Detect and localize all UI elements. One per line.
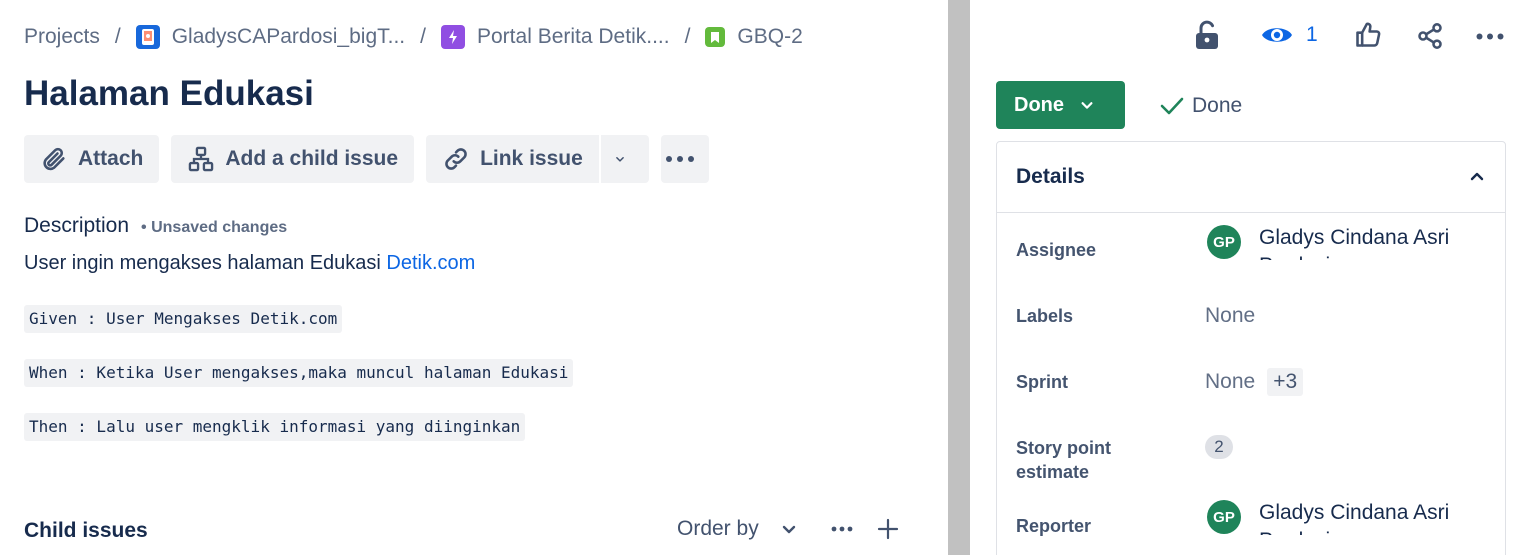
code-line-given: Given : User Mengakses Detik.com [24, 305, 343, 333]
issue-toolbar: Attach Add a child issue Link issue [24, 135, 709, 183]
thumbs-up-icon [1356, 22, 1381, 47]
assignee-label: Assignee [1016, 240, 1097, 260]
issue-main-panel: Projects / GladysCAPardosi_bigT... / Por… [0, 0, 948, 555]
chevron-up-icon [1470, 172, 1484, 181]
attach-button[interactable]: Attach [24, 135, 160, 183]
chevron-down-icon [615, 157, 624, 162]
watch-button[interactable]: 1 [1260, 22, 1318, 48]
sprint-value-text: None [1205, 370, 1256, 393]
unsaved-changes-indicator: • Unsaved changes [141, 219, 288, 236]
code-line-then: Then : Lalu user mengklik informasi yang… [24, 413, 526, 441]
attach-label: Attach [78, 147, 144, 170]
breadcrumb-project-label: GladysCAPardosi_bigT... [171, 25, 406, 48]
link-issue-split: Link issue [426, 135, 649, 183]
details-panel: Details Assignee GP Gladys Cindana Asri … [996, 141, 1506, 555]
link-issue-dropdown-button[interactable] [600, 135, 649, 183]
labels-label: Labels [1016, 306, 1074, 326]
order-by-label: Order by [677, 517, 759, 540]
breadcrumb-epic-label: Portal Berita Detik.... [477, 25, 670, 48]
add-child-issue-button[interactable]: Add a child issue [171, 135, 415, 183]
link-icon [445, 148, 467, 170]
issue-sidebar: 1 Done Done Details Assignee GP Gladys C… [970, 0, 1514, 555]
story-point-badge: 2 [1205, 435, 1233, 459]
share-icon [1418, 23, 1442, 49]
story-point-label: Story point estimate [1016, 436, 1136, 484]
breadcrumb-separator: / [684, 25, 691, 48]
child-issues-actions: Order by [677, 517, 899, 541]
paperclip-icon [43, 147, 65, 171]
code-line-when: When : Ketika User mengakses,maka muncul… [24, 359, 574, 387]
child-issues-heading: Child issues [24, 519, 148, 542]
watch-count: 1 [1306, 23, 1318, 46]
description-link[interactable]: Detik.com [386, 252, 475, 274]
description-label: Description [24, 214, 130, 237]
breadcrumb: Projects / GladysCAPardosi_bigT... / Por… [24, 22, 803, 52]
add-child-issue-plus-button[interactable] [877, 518, 899, 540]
resolution-indicator: Done [1160, 94, 1242, 118]
status-label: Done [1014, 93, 1064, 116]
panel-divider[interactable] [948, 0, 970, 555]
story-point-value[interactable]: 2 [1205, 435, 1233, 459]
link-issue-label: Link issue [480, 147, 583, 170]
unlock-icon [1196, 20, 1218, 49]
breadcrumb-project[interactable]: GladysCAPardosi_bigT... [135, 25, 406, 49]
reporter-value[interactable]: GP Gladys Cindana Asri Pardosi [1207, 499, 1469, 535]
chevron-down-icon [1081, 102, 1093, 109]
more-icon [1476, 33, 1504, 40]
status-dropdown-button[interactable]: Done [996, 81, 1125, 129]
sprint-value[interactable]: None +3 [1205, 368, 1304, 396]
story-point-label-text: Story point estimate [1016, 438, 1111, 482]
plus-icon [877, 518, 898, 540]
epic-lightning-icon [441, 25, 465, 49]
project-avatar-icon [135, 25, 160, 49]
chevron-down-icon [782, 525, 795, 534]
order-by-button[interactable]: Order by [677, 517, 797, 541]
breadcrumb-issue[interactable]: GBQ-2 [705, 25, 803, 49]
hierarchy-icon [189, 146, 214, 172]
labels-value[interactable]: None [1205, 304, 1255, 328]
share-button[interactable] [1416, 22, 1444, 50]
issue-title[interactable]: Halaman Edukasi [24, 74, 314, 114]
checkmark-icon [1160, 97, 1184, 115]
avatar: GP [1207, 225, 1241, 259]
story-bookmark-icon [705, 27, 726, 47]
reporter-label: Reporter [1016, 516, 1092, 536]
add-child-label: Add a child issue [225, 147, 399, 170]
eye-icon [1262, 28, 1292, 42]
more-actions-button[interactable] [660, 135, 709, 183]
resolution-label: Done [1192, 94, 1243, 117]
breadcrumb-separator: / [114, 25, 121, 48]
breadcrumb-issue-key: GBQ-2 [737, 25, 803, 48]
more-icon [831, 526, 853, 532]
details-header[interactable]: Details [997, 142, 1505, 213]
assignee-name: Gladys Cindana Asri Pardosi [1259, 226, 1450, 260]
description-header: Description • Unsaved changes [24, 214, 287, 238]
assignee-value[interactable]: GP Gladys Cindana Asri Pardosi [1207, 224, 1469, 260]
issue-more-actions-button[interactable] [1476, 33, 1504, 40]
restrictions-button[interactable] [1194, 20, 1220, 50]
more-icon [665, 156, 694, 162]
breadcrumb-projects[interactable]: Projects [24, 25, 100, 49]
details-title: Details [1016, 165, 1085, 188]
breadcrumb-separator: / [420, 25, 426, 48]
description-body[interactable]: User ingin mengakses halaman Edukasi Det… [24, 252, 475, 275]
avatar: GP [1207, 500, 1241, 534]
sprint-label: Sprint [1016, 372, 1068, 392]
description-text: User ingin mengakses halaman Edukasi [24, 252, 387, 274]
sprint-extra-badge[interactable]: +3 [1267, 368, 1304, 396]
vote-button[interactable] [1354, 21, 1382, 49]
link-issue-button[interactable]: Link issue [426, 135, 599, 183]
reporter-name: Gladys Cindana Asri Pardosi [1259, 501, 1450, 535]
child-issues-more-button[interactable] [831, 526, 853, 532]
breadcrumb-epic[interactable]: Portal Berita Detik.... [441, 25, 670, 49]
issue-header-actions: 1 [970, 19, 1514, 55]
